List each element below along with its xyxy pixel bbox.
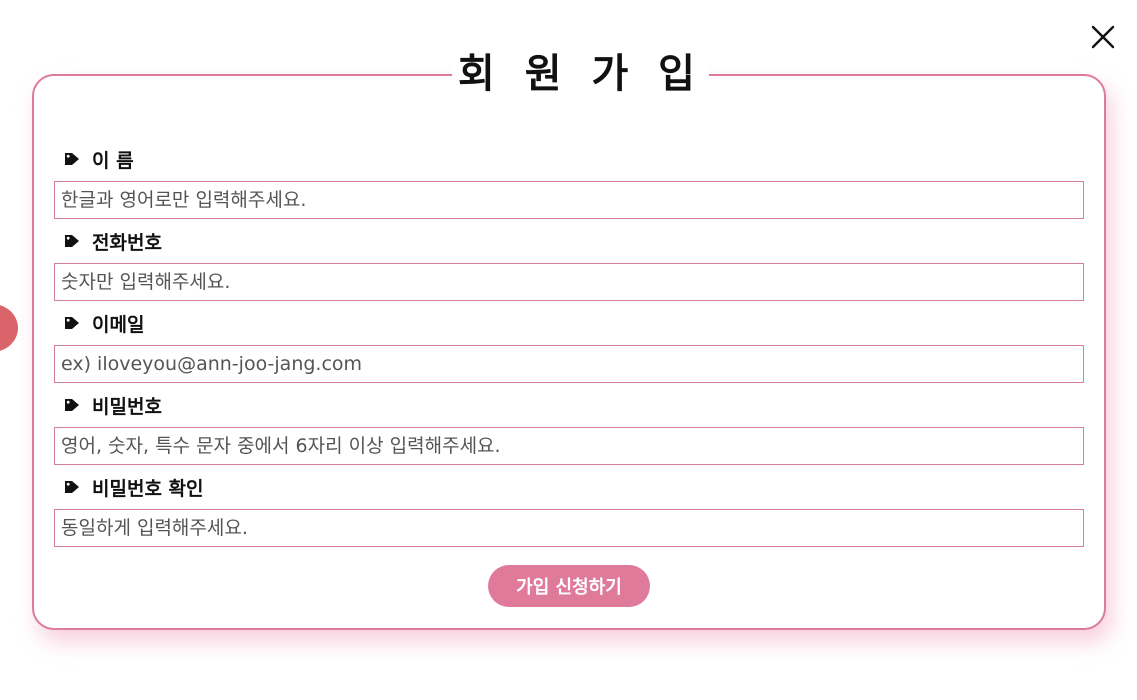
tag-icon xyxy=(65,317,79,329)
phone-label-row: 전화번호 xyxy=(64,228,1084,254)
tag-icon xyxy=(65,153,79,165)
close-icon xyxy=(1091,25,1115,49)
phone-field-group: 전화번호 xyxy=(54,228,1084,301)
name-label: 이 름 xyxy=(92,149,134,172)
password-input[interactable] xyxy=(54,427,1084,465)
name-input[interactable] xyxy=(54,181,1084,219)
name-label-row: 이 름 xyxy=(64,146,1084,172)
password-confirm-label-row: 비밀번호 확인 xyxy=(64,474,1084,500)
decorative-heart-shape xyxy=(0,304,18,352)
signup-submit-button[interactable]: 가입 신청하기 xyxy=(488,565,650,607)
email-label: 이메일 xyxy=(92,313,145,336)
password-confirm-label: 비밀번호 확인 xyxy=(92,477,204,500)
name-field-group: 이 름 xyxy=(54,146,1084,219)
password-label: 비밀번호 xyxy=(92,395,162,418)
phone-input[interactable] xyxy=(54,263,1084,301)
tag-icon xyxy=(65,399,79,411)
password-field-group: 비밀번호 xyxy=(54,392,1084,465)
email-label-row: 이메일 xyxy=(64,310,1084,336)
password-confirm-input[interactable] xyxy=(54,509,1084,547)
dialog-title: 회 원 가 입 xyxy=(452,44,709,104)
phone-label: 전화번호 xyxy=(92,231,162,254)
close-button[interactable] xyxy=(1088,22,1118,52)
password-label-row: 비밀번호 xyxy=(64,392,1084,418)
tag-icon xyxy=(65,481,79,493)
tag-icon xyxy=(65,235,79,247)
password-confirm-field-group: 비밀번호 확인 xyxy=(54,474,1084,547)
email-input[interactable] xyxy=(54,345,1084,383)
email-field-group: 이메일 xyxy=(54,310,1084,383)
